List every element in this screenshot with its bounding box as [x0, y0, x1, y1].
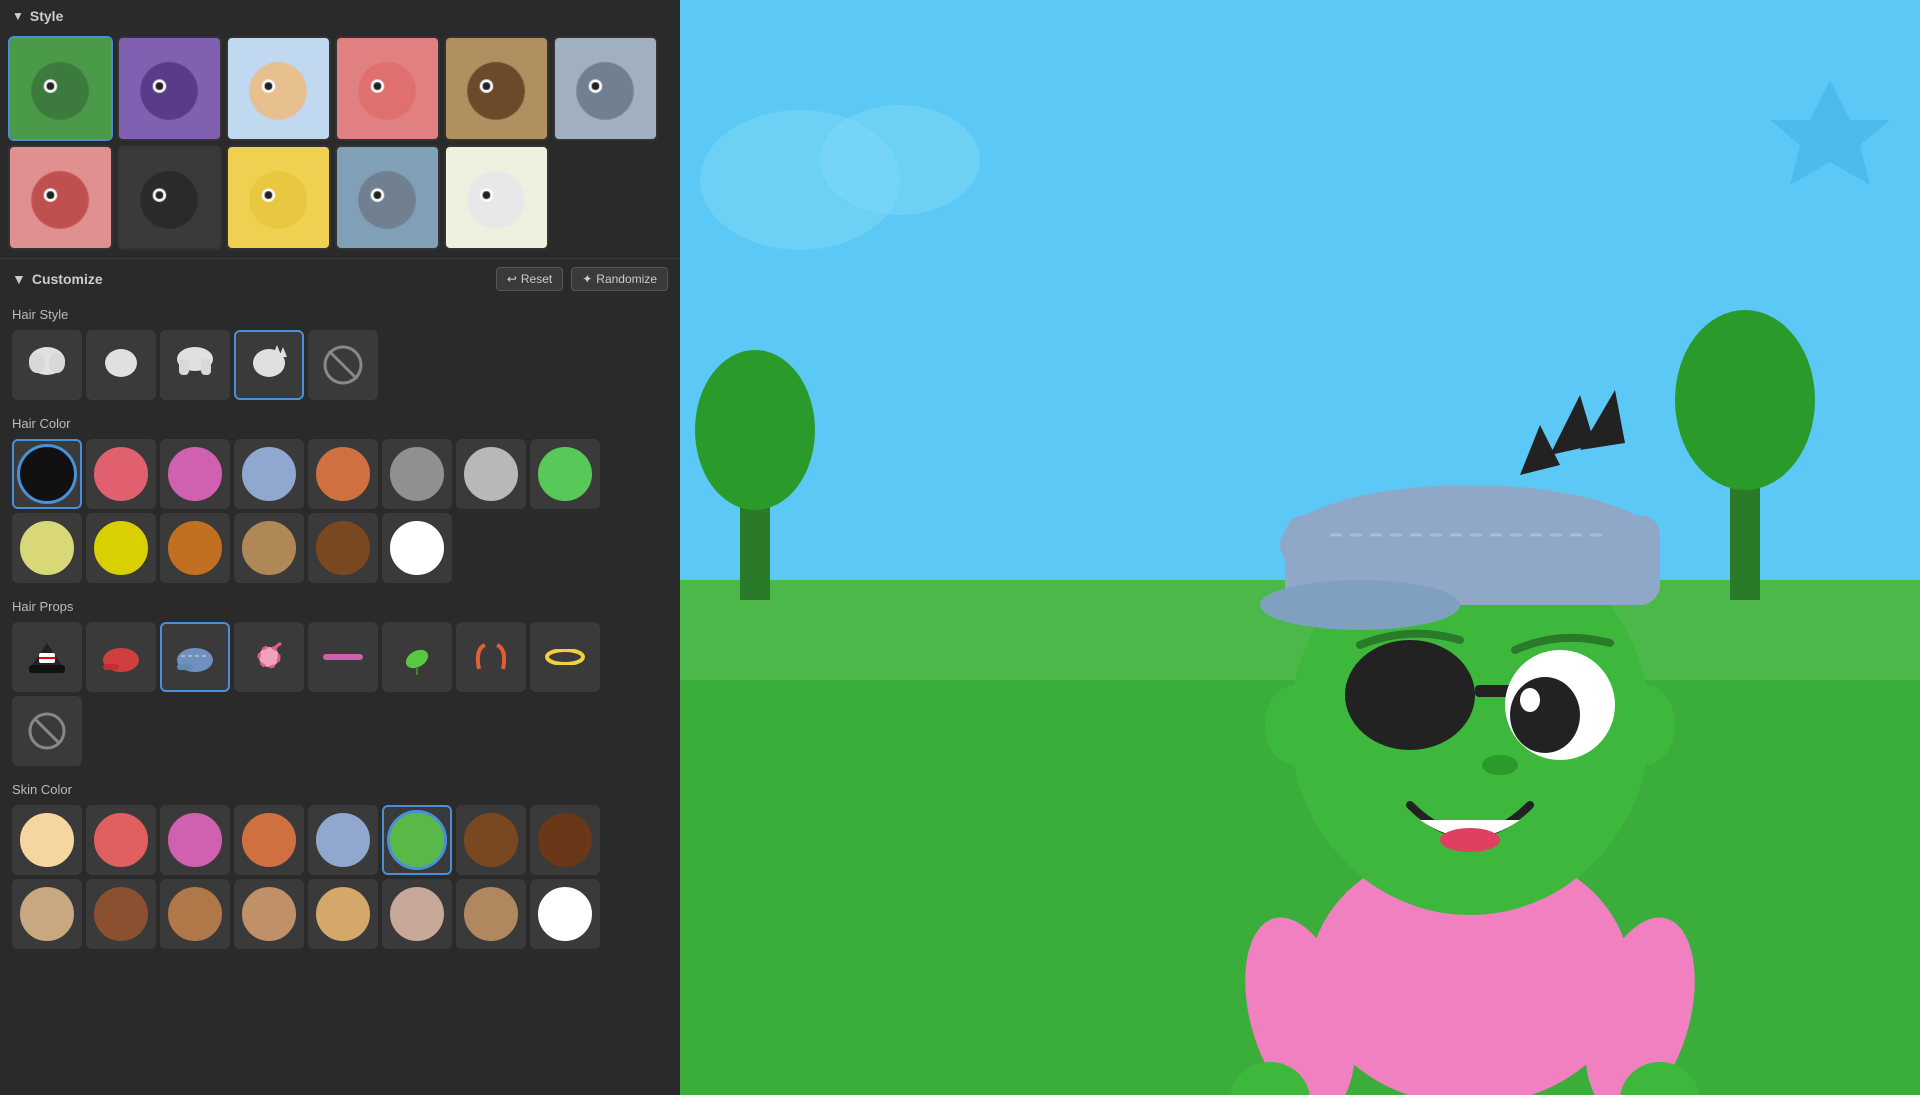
hair-prop-item-9[interactable] [12, 696, 82, 766]
hair-style-label: Hair Style [0, 299, 680, 326]
skin-color-swatch-5[interactable] [308, 805, 378, 875]
left-panel: ▼ Style ▼ Customize ↩ Reset ✦ Randomize … [0, 0, 680, 1095]
style-section-header[interactable]: ▼ Style [0, 0, 680, 32]
style-character-7[interactable] [8, 145, 113, 250]
customize-section-header: ▼ Customize ↩ Reset ✦ Randomize [0, 258, 680, 299]
character-svg [1020, 195, 1920, 1095]
customize-chevron-icon: ▼ [12, 271, 26, 287]
hair-style-item-1[interactable] [12, 330, 82, 400]
skin-color-grid [0, 801, 680, 957]
skin-color-swatch-9[interactable] [12, 879, 82, 949]
skin-color-swatch-2[interactable] [86, 805, 156, 875]
reset-label: Reset [521, 272, 552, 286]
right-panel [680, 0, 1920, 1095]
hair-prop-item-4[interactable] [234, 622, 304, 692]
skin-color-swatch-3[interactable] [160, 805, 230, 875]
randomize-label: Randomize [596, 272, 657, 286]
skin-color-swatch-12[interactable] [234, 879, 304, 949]
hair-color-swatch-1[interactable] [12, 439, 82, 509]
hair-prop-item-8[interactable] [530, 622, 600, 692]
style-character-9[interactable] [226, 145, 331, 250]
style-character-6[interactable] [553, 36, 658, 141]
hair-color-swatch-8[interactable] [530, 439, 600, 509]
style-character-3[interactable] [226, 36, 331, 141]
style-character-10[interactable] [335, 145, 440, 250]
skin-color-swatch-16[interactable] [530, 879, 600, 949]
hair-color-swatch-12[interactable] [234, 513, 304, 583]
hair-prop-item-7[interactable] [456, 622, 526, 692]
customize-buttons: ↩ Reset ✦ Randomize [496, 267, 668, 291]
style-character-5[interactable] [444, 36, 549, 141]
hair-prop-item-6[interactable] [382, 622, 452, 692]
hair-style-item-4[interactable] [234, 330, 304, 400]
hair-color-swatch-14[interactable] [382, 513, 452, 583]
skin-color-swatch-1[interactable] [12, 805, 82, 875]
style-chevron-icon: ▼ [12, 9, 24, 23]
hair-style-item-3[interactable] [160, 330, 230, 400]
scene-background [680, 0, 1920, 1095]
hair-prop-item-3[interactable] [160, 622, 230, 692]
hair-style-item-5[interactable] [308, 330, 378, 400]
style-character-4[interactable] [335, 36, 440, 141]
hair-color-swatch-11[interactable] [160, 513, 230, 583]
hair-prop-item-1[interactable] [12, 622, 82, 692]
hair-color-swatch-3[interactable] [160, 439, 230, 509]
skin-color-swatch-4[interactable] [234, 805, 304, 875]
hair-color-swatch-13[interactable] [308, 513, 378, 583]
hair-style-grid [0, 326, 680, 408]
reset-icon: ↩ [507, 272, 517, 286]
hair-color-label: Hair Color [0, 408, 680, 435]
style-grid [0, 32, 680, 258]
customize-label: Customize [32, 271, 103, 287]
hair-props-label: Hair Props [0, 591, 680, 618]
hair-color-swatch-9[interactable] [12, 513, 82, 583]
hair-prop-item-5[interactable] [308, 622, 378, 692]
hair-prop-item-2[interactable] [86, 622, 156, 692]
hair-color-swatch-2[interactable] [86, 439, 156, 509]
hair-props-grid [0, 618, 680, 774]
skin-color-swatch-7[interactable] [456, 805, 526, 875]
skin-color-swatch-8[interactable] [530, 805, 600, 875]
style-character-11[interactable] [444, 145, 549, 250]
hair-color-grid [0, 435, 680, 591]
style-label: Style [30, 8, 63, 24]
reset-button[interactable]: ↩ Reset [496, 267, 563, 291]
skin-color-swatch-13[interactable] [308, 879, 378, 949]
skin-color-swatch-14[interactable] [382, 879, 452, 949]
skin-color-swatch-11[interactable] [160, 879, 230, 949]
hair-style-item-2[interactable] [86, 330, 156, 400]
skin-color-swatch-15[interactable] [456, 879, 526, 949]
hair-color-swatch-4[interactable] [234, 439, 304, 509]
hair-color-swatch-10[interactable] [86, 513, 156, 583]
hair-color-swatch-6[interactable] [382, 439, 452, 509]
randomize-icon: ✦ [582, 272, 592, 286]
randomize-button[interactable]: ✦ Randomize [571, 267, 668, 291]
style-character-2[interactable] [117, 36, 222, 141]
skin-color-swatch-6[interactable] [382, 805, 452, 875]
hair-color-swatch-5[interactable] [308, 439, 378, 509]
style-character-1[interactable] [8, 36, 113, 141]
hair-color-swatch-7[interactable] [456, 439, 526, 509]
style-character-8[interactable] [117, 145, 222, 250]
skin-color-label: Skin Color [0, 774, 680, 801]
skin-color-swatch-10[interactable] [86, 879, 156, 949]
